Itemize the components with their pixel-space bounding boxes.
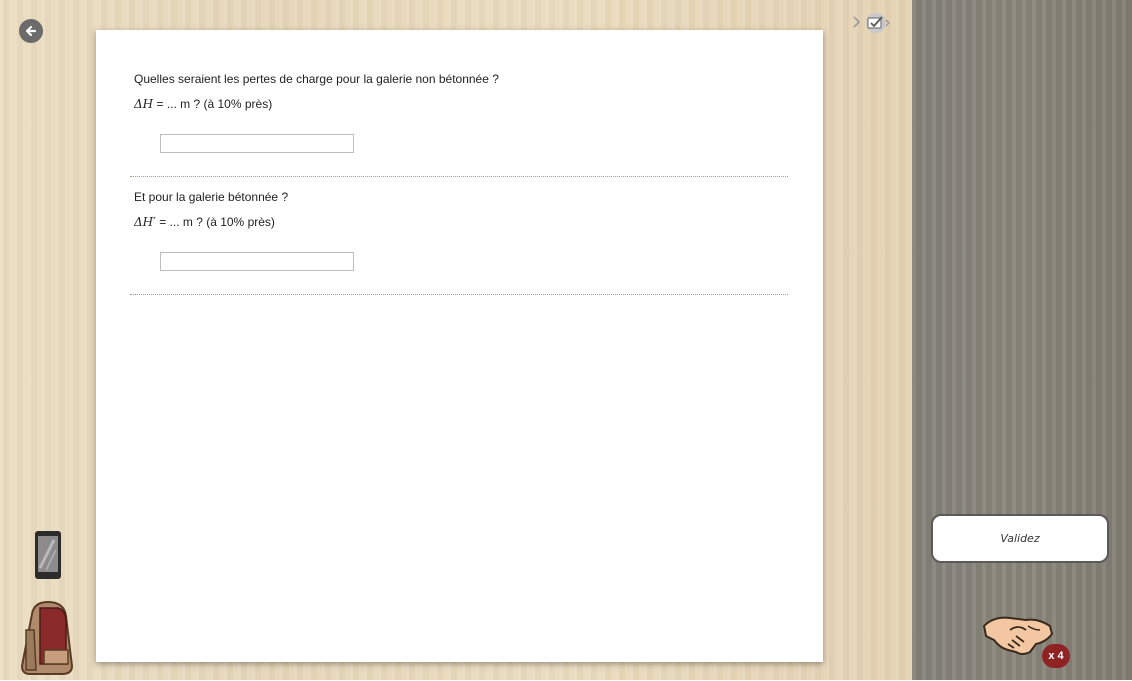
notebook-toggle-button[interactable] bbox=[852, 12, 892, 34]
backpack-icon bbox=[20, 600, 74, 675]
back-button[interactable] bbox=[19, 19, 43, 43]
help-count-badge: x 4 bbox=[1042, 644, 1070, 668]
question-1-prompt: Quelles seraient les pertes de charge po… bbox=[134, 72, 499, 86]
backpack-button[interactable] bbox=[18, 600, 76, 676]
question-2-formula: ΔH′ = ... m ? (à 10% près) bbox=[134, 215, 275, 229]
question-sheet: Quelles seraient les pertes de charge po… bbox=[96, 30, 823, 662]
back-arrow-icon bbox=[25, 25, 37, 37]
question-divider bbox=[130, 294, 788, 295]
notebook-check-icon bbox=[853, 13, 890, 33]
side-panel bbox=[912, 0, 1132, 680]
question-2-symbol: ΔH′ bbox=[134, 215, 156, 229]
question-2-prompt: Et pour la galerie bétonnée ? bbox=[134, 190, 289, 204]
validate-button[interactable]: Validez bbox=[931, 514, 1109, 563]
answer-1-input[interactable] bbox=[160, 134, 354, 153]
question-2-formula-text: = ... m ? (à 10% près) bbox=[155, 215, 275, 229]
answer-2-input[interactable] bbox=[160, 252, 354, 271]
phone-button[interactable] bbox=[34, 530, 62, 580]
question-1-symbol: ΔH bbox=[134, 97, 154, 111]
question-1-formula: ΔH = ... m ? (à 10% près) bbox=[134, 97, 272, 111]
question-divider bbox=[130, 176, 788, 177]
question-1-formula-text: = ... m ? (à 10% près) bbox=[153, 97, 273, 111]
smartphone-icon bbox=[35, 531, 61, 579]
